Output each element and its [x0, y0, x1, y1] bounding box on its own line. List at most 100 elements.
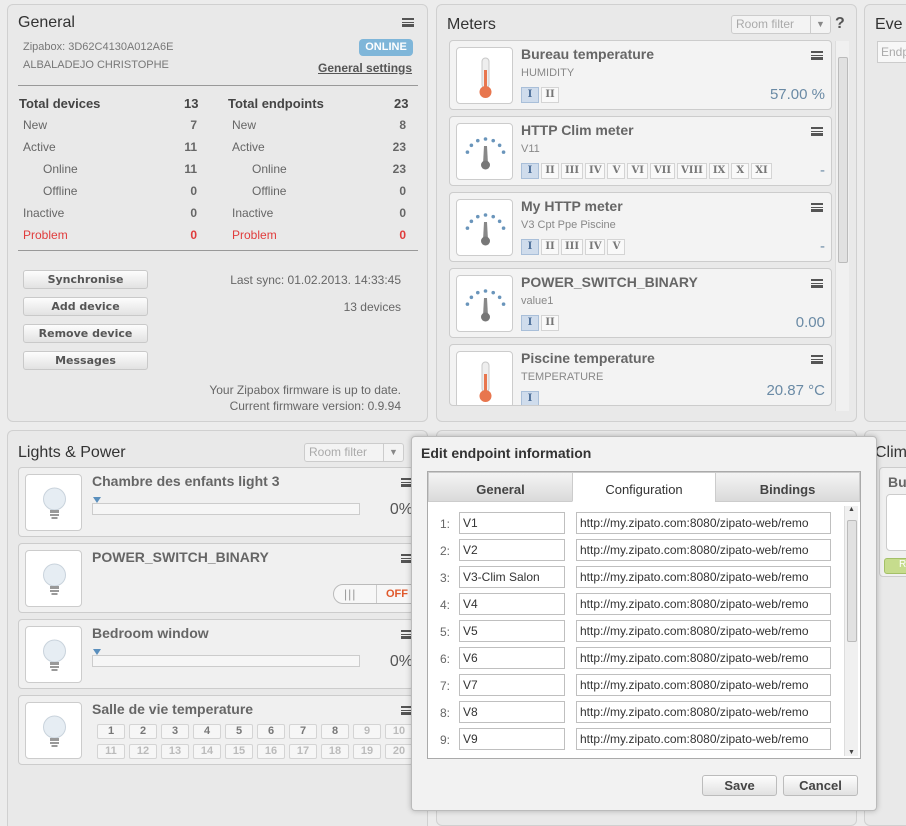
endpoint-url-input[interactable]: http://my.zipato.com:8080/zipato-web/rem… — [576, 566, 831, 588]
endpoint-name-input[interactable]: V7 — [459, 674, 565, 696]
help-icon[interactable]: ? — [835, 15, 845, 33]
tab-configuration[interactable]: Configuration — [572, 472, 716, 502]
dimmer-slider[interactable] — [92, 497, 360, 515]
scene-button[interactable]: 18 — [321, 744, 349, 759]
meter-tab[interactable]: II — [541, 163, 559, 179]
meter-tab[interactable]: I — [521, 87, 539, 103]
meter-tab[interactable]: I — [521, 391, 539, 405]
scene-button[interactable]: 12 — [129, 744, 157, 759]
endpoint-name-input[interactable]: V8 — [459, 701, 565, 723]
meter-tab[interactable]: X — [731, 163, 750, 179]
tab-general[interactable]: General — [428, 472, 573, 502]
meter-tab[interactable]: I — [521, 163, 539, 179]
scene-button[interactable]: 16 — [257, 744, 285, 759]
endpoint-url-input[interactable]: http://my.zipato.com:8080/zipato-web/rem… — [576, 728, 831, 750]
meter-tab[interactable]: I — [521, 239, 539, 255]
meter-tab[interactable]: IX — [708, 163, 730, 179]
dialog-scrollbar[interactable]: ▲ ▼ — [844, 506, 858, 756]
climate-button[interactable]: R — [884, 558, 906, 574]
meter-menu-icon[interactable] — [811, 127, 823, 136]
endpoint-name-input[interactable]: V9 — [459, 728, 565, 750]
scroll-thumb[interactable] — [847, 520, 857, 642]
dimmer-slider[interactable] — [92, 649, 360, 667]
meter-menu-icon[interactable] — [811, 355, 823, 364]
save-button[interactable]: Save — [702, 775, 777, 796]
meter-menu-icon[interactable] — [811, 203, 823, 212]
endpoint-url-input[interactable]: http://my.zipato.com:8080/zipato-web/rem… — [576, 701, 831, 723]
endpoint-url-input[interactable]: http://my.zipato.com:8080/zipato-web/rem… — [576, 647, 831, 669]
lights-room-filter[interactable]: Room filter ▼ — [304, 443, 404, 462]
scene-button[interactable]: 17 — [289, 744, 317, 759]
add-device-button[interactable]: Add device — [23, 297, 148, 316]
cancel-button[interactable]: Cancel — [783, 775, 858, 796]
scene-button[interactable]: 19 — [353, 744, 381, 759]
scroll-down-icon[interactable]: ▼ — [848, 749, 855, 756]
scene-button[interactable]: 10 — [385, 724, 413, 739]
room-filter-select[interactable]: Room filter ▼ — [731, 15, 831, 34]
scroll-up-icon[interactable]: ▲ — [848, 506, 855, 513]
meter-tab[interactable]: II — [541, 87, 559, 103]
meter-card[interactable]: POWER_SWITCH_BINARY value1 I II 0.00 — [449, 268, 832, 338]
light-card[interactable]: Salle de vie temperature 1 2 3 4 5 6 7 8 9 10 11 12 1… — [18, 695, 414, 765]
meter-tab[interactable]: V — [607, 163, 626, 179]
general-settings-link[interactable]: General settings — [318, 61, 412, 75]
meter-card[interactable]: Piscine temperature TEMPERATURE I 20.87 °C — [449, 344, 832, 406]
scene-button[interactable]: 14 — [193, 744, 221, 759]
endpoint-name-input[interactable]: V2 — [459, 539, 565, 561]
meter-tab[interactable]: VI — [627, 163, 648, 179]
scene-button[interactable]: 7 — [289, 724, 317, 739]
endpoint-name-input[interactable]: V3-Clim Salon — [459, 566, 565, 588]
scene-button[interactable]: 20 — [385, 744, 413, 759]
scene-button[interactable]: 1 — [97, 724, 125, 739]
scene-button[interactable]: 4 — [193, 724, 221, 739]
slider-handle[interactable] — [93, 497, 101, 503]
messages-button[interactable]: Messages — [23, 351, 148, 370]
light-card[interactable]: Chambre des enfants light 3 0% — [18, 467, 414, 537]
endpoint-url-input[interactable]: http://my.zipato.com:8080/zipato-web/rem… — [576, 539, 831, 561]
scene-button[interactable]: 13 — [161, 744, 189, 759]
meter-card[interactable]: HTTP Clim meter V11 I II III IV V VI VII VIII IX X X… — [449, 116, 832, 186]
meter-menu-icon[interactable] — [811, 51, 823, 60]
endpoint-search-input[interactable]: Endp — [877, 41, 906, 63]
meter-card[interactable]: My HTTP meter V3 Cpt Ppe Piscine I II III IV V… — [449, 192, 832, 262]
scene-button[interactable]: 2 — [129, 724, 157, 739]
scene-button[interactable]: 8 — [321, 724, 349, 739]
slider-handle[interactable] — [93, 649, 101, 655]
endpoint-name-input[interactable]: V5 — [459, 620, 565, 642]
scene-button[interactable]: 3 — [161, 724, 189, 739]
power-toggle[interactable]: ||| OFF — [333, 584, 413, 604]
endpoint-url-input[interactable]: http://my.zipato.com:8080/zipato-web/rem… — [576, 593, 831, 615]
endpoint-name-input[interactable]: V6 — [459, 647, 565, 669]
tab-bindings[interactable]: Bindings — [715, 472, 860, 502]
meter-tab[interactable]: III — [561, 239, 584, 255]
meter-tab[interactable]: IV — [585, 163, 606, 179]
meter-card[interactable]: Bureau temperature HUMIDITY I II 57.00 % — [449, 40, 832, 110]
endpoint-url-input[interactable]: http://my.zipato.com:8080/zipato-web/rem… — [576, 674, 831, 696]
meter-tab[interactable]: IV — [585, 239, 606, 255]
light-card[interactable]: Bedroom window 0% — [18, 619, 414, 689]
endpoint-url-input[interactable]: http://my.zipato.com:8080/zipato-web/rem… — [576, 620, 831, 642]
meter-tab[interactable]: VIII — [677, 163, 707, 179]
endpoint-name-input[interactable]: V4 — [459, 593, 565, 615]
meter-tab[interactable]: V — [607, 239, 626, 255]
meter-tab[interactable]: I — [521, 315, 539, 331]
scene-button[interactable]: 9 — [353, 724, 381, 739]
remove-device-button[interactable]: Remove device — [23, 324, 148, 343]
scene-button[interactable]: 5 — [225, 724, 253, 739]
endpoint-url-input[interactable]: http://my.zipato.com:8080/zipato-web/rem… — [576, 512, 831, 534]
general-menu-icon[interactable] — [402, 18, 414, 27]
scene-button[interactable]: 6 — [257, 724, 285, 739]
meter-tab[interactable]: VII — [649, 163, 676, 179]
synchronise-button[interactable]: Synchronise — [23, 270, 148, 289]
endpoint-name-input[interactable]: V1 — [459, 512, 565, 534]
meter-tab[interactable]: II — [541, 239, 559, 255]
meters-scrollbar[interactable] — [835, 41, 849, 411]
scene-button[interactable]: 15 — [225, 744, 253, 759]
meter-tab[interactable]: XI — [751, 163, 772, 179]
light-card[interactable]: POWER_SWITCH_BINARY ||| OFF — [18, 543, 414, 613]
scroll-thumb[interactable] — [838, 57, 848, 263]
scene-button[interactable]: 11 — [97, 744, 125, 759]
meter-tab[interactable]: II — [541, 315, 559, 331]
meter-tab[interactable]: III — [561, 163, 584, 179]
meter-menu-icon[interactable] — [811, 279, 823, 288]
